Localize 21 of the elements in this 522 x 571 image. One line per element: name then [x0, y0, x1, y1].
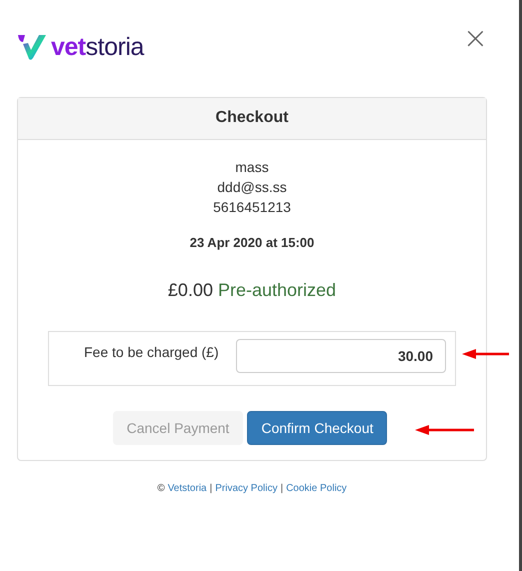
arrow-icon — [462, 349, 510, 359]
copyright-icon: © — [157, 483, 165, 494]
client-name: mass — [235, 158, 269, 177]
footer-link[interactable]: Privacy Policy — [215, 483, 278, 494]
payment-status: Pre-authorized — [218, 280, 336, 300]
amount: £0.00 — [168, 280, 213, 300]
logo-icon — [17, 33, 47, 61]
checkout-title: Checkout — [216, 109, 288, 126]
client-phone: 5616451213 — [213, 198, 291, 217]
close-button[interactable]: × — [462, 26, 488, 52]
fee-label: Fee to be charged (£) — [84, 344, 219, 360]
footer-link[interactable]: Cookie Policy — [286, 483, 347, 494]
separator: | — [210, 483, 212, 494]
separator: | — [280, 483, 284, 494]
fee-input-field[interactable]: 30.00 — [236, 339, 446, 373]
client-email: ddd@ss.ss — [217, 178, 287, 197]
confirm-checkout-button[interactable]: Confirm Checkout — [247, 411, 388, 445]
arrow-icon — [415, 425, 475, 435]
logo-wordmark: vetstoria — [51, 33, 144, 61]
footer-link[interactable]: Vetstoria — [168, 483, 207, 494]
appointment-time: 23 Apr 2020 at 15:00 — [190, 235, 314, 250]
